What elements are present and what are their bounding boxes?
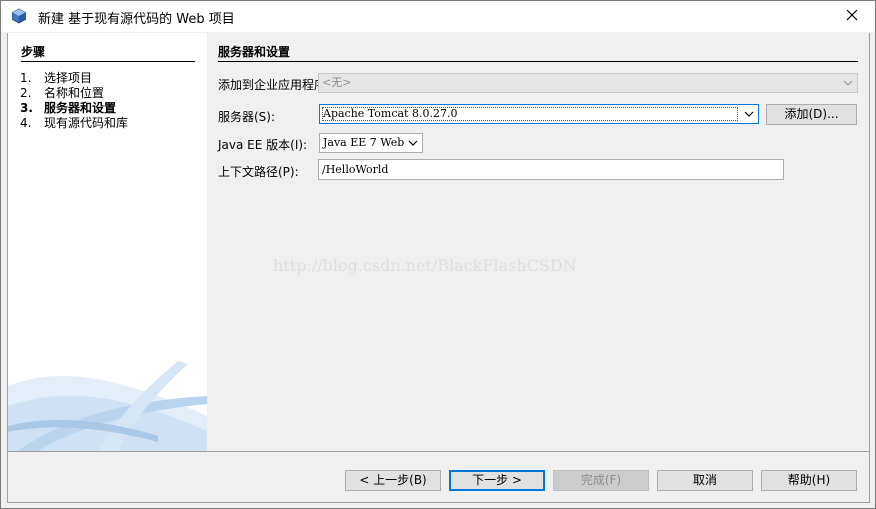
help-button[interactable]: 帮助(H)	[761, 470, 857, 491]
step-number: 1.	[20, 71, 32, 85]
add-server-button[interactable]: 添加(D)...	[766, 104, 857, 125]
content-panel: 服务器和设置 添加到企业应用程序(A): <无> 服务器(S): Apache …	[207, 33, 869, 451]
watermark-text: http://blog.csdn.net/BlackFlashCSDN	[273, 256, 577, 275]
step-number: 2.	[20, 86, 32, 100]
decorative-swoosh-graphic	[8, 361, 207, 451]
chevron-down-icon	[843, 80, 853, 86]
steps-panel: 步骤 1. 选择项目 2. 名称和位置 3. 服务器和设置 4. 现有源代码和库	[8, 33, 207, 451]
javaee-version-value: Java EE 7 Web	[323, 136, 405, 149]
footer-divider	[8, 451, 869, 452]
section-heading: 服务器和设置	[218, 43, 858, 62]
netbeans-cube-icon	[11, 8, 27, 24]
server-dropdown[interactable]: Apache Tomcat 8.0.27.0	[319, 104, 759, 124]
step-number: 3.	[20, 101, 33, 115]
step-item: 2. 名称和位置	[20, 86, 128, 101]
focus-rectangle	[322, 107, 738, 121]
step-number: 4.	[20, 116, 32, 130]
frame-border	[869, 33, 870, 502]
context-path-field[interactable]: /HelloWorld	[318, 159, 784, 180]
dialog-window: 新建 基于现有源代码的 Web 项目 步骤 1. 选择项目 2. 名称和位置 3. 服…	[0, 0, 876, 509]
finish-button[interactable]: 完成(F)	[553, 470, 649, 491]
step-label: 服务器和设置	[44, 101, 117, 115]
frame-border	[7, 502, 870, 503]
close-button[interactable]	[835, 2, 869, 31]
server-label: 服务器(S):	[218, 110, 276, 124]
add-to-ear-value: <无>	[322, 76, 352, 89]
javaee-version-dropdown[interactable]: Java EE 7 Web	[319, 133, 423, 153]
context-path-label: 上下文路径(P):	[218, 165, 299, 179]
step-label: 选择项目	[44, 71, 93, 85]
next-button[interactable]: 下一步 >	[449, 470, 545, 491]
chevron-down-icon	[744, 111, 754, 117]
step-label: 名称和位置	[44, 86, 105, 100]
close-icon[interactable]	[846, 9, 858, 24]
back-button[interactable]: < 上一步(B)	[345, 470, 441, 491]
add-to-ear-dropdown[interactable]: <无>	[318, 73, 858, 93]
chevron-down-icon	[408, 140, 418, 146]
step-item: 4. 现有源代码和库	[20, 116, 128, 131]
title-bar: 新建 基于现有源代码的 Web 项目	[1, 1, 875, 32]
window-title: 新建 基于现有源代码的 Web 项目	[38, 12, 235, 27]
steps-heading: 步骤	[21, 43, 195, 62]
cancel-button[interactable]: 取消	[657, 470, 753, 491]
step-item: 1. 选择项目	[20, 71, 128, 86]
step-item-current: 3. 服务器和设置	[20, 101, 128, 116]
step-label: 现有源代码和库	[44, 116, 129, 130]
steps-list: 1. 选择项目 2. 名称和位置 3. 服务器和设置 4. 现有源代码和库	[20, 71, 128, 131]
javaee-version-label: Java EE 版本(I):	[218, 138, 308, 152]
